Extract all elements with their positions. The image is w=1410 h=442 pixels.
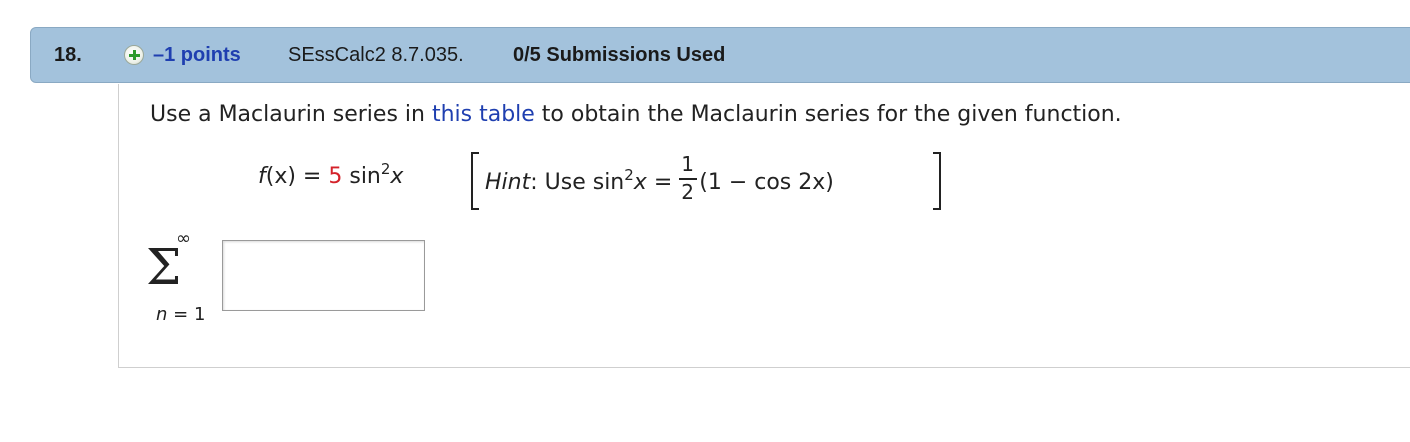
hint-label: Hint (485, 170, 531, 195)
question-code: SEssCalc2 8.7.035. (288, 44, 464, 66)
sum-lower-limit: n = 1 (156, 304, 205, 325)
expand-plus-icon[interactable] (124, 45, 144, 65)
function-name: f (258, 164, 266, 189)
question-number: 18. (54, 44, 82, 66)
hint-equals: = (646, 170, 680, 195)
this-table-link[interactable]: this table (432, 102, 535, 127)
question-prompt: Use a Maclaurin series in this table to … (150, 102, 1122, 127)
fraction-numerator: 1 (681, 152, 694, 176)
hint-rest: (1 − cos 2x) (699, 170, 834, 195)
right-bracket (933, 152, 941, 210)
sum-lower-value: = 1 (167, 304, 206, 325)
function-sin: sin (342, 164, 381, 189)
hint-body: : Use sin (530, 170, 625, 195)
function-equals: = (295, 164, 329, 189)
answer-input[interactable] (222, 240, 425, 311)
function-coefficient: 5 (328, 164, 343, 189)
points-link[interactable]: –1 points (153, 44, 241, 67)
sigma-icon: Σ (146, 238, 182, 296)
prompt-text-after: to obtain the Maclaurin series for the g… (534, 102, 1122, 127)
function-power: 2 (380, 160, 391, 178)
left-bracket (471, 152, 479, 210)
hint-power: 2 (624, 166, 634, 184)
function-expression: f(x) = 5 sin2x (258, 160, 403, 189)
submissions-used: 0/5 Submissions Used (513, 44, 726, 66)
one-half-fraction: 12 (679, 152, 699, 204)
question-header: 18. –1 points SEssCalc2 8.7.035. 0/5 Sub… (30, 27, 1410, 83)
function-arg: (x) (265, 164, 296, 189)
hint-var: x (633, 170, 647, 195)
fraction-denominator: 2 (681, 180, 694, 204)
prompt-text-before: Use a Maclaurin series in (150, 102, 432, 127)
sum-index-var: n (156, 304, 168, 325)
hint-text: Hint: Use sin2x = 1 2 (1 − cos 2x) (485, 152, 834, 204)
function-var: x (390, 164, 404, 189)
